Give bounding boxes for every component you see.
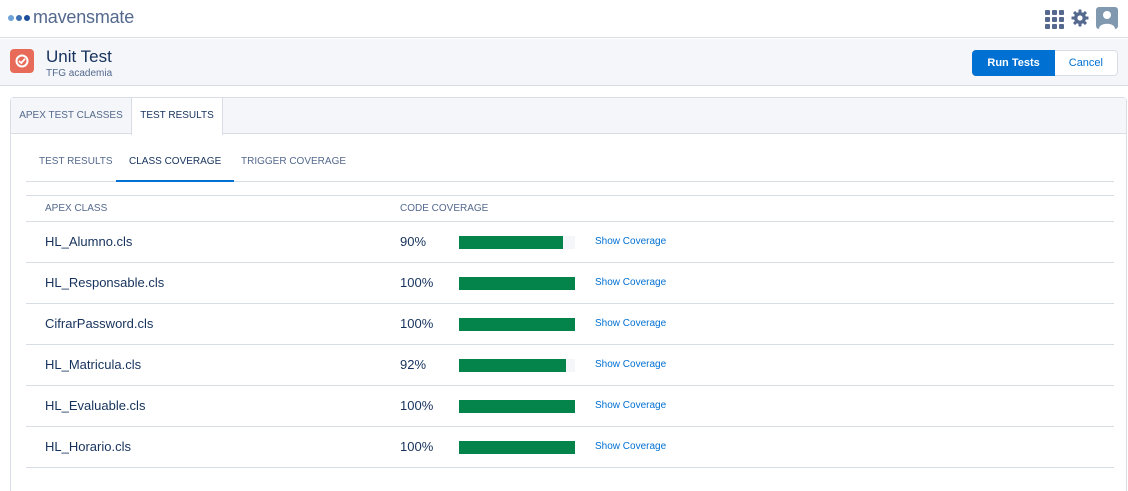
coverage-bar [459,277,575,290]
apex-class-name: CifrarPassword.cls [45,316,154,331]
subtab-class-coverage[interactable]: CLASS COVERAGE [116,153,235,182]
outer-tab-bar: APEX TEST CLASSES TEST RESULTS [11,98,1126,135]
subtab-trigger-coverage[interactable]: TRIGGER COVERAGE [228,153,359,182]
tab-test-results[interactable]: TEST RESULTS [131,98,223,135]
subtab-test-results[interactable]: TEST RESULTS [26,153,126,182]
page-title: Unit Test [46,47,112,66]
coverage-bar-fill [459,441,575,454]
table-body: HL_Alumno.cls 90% Show Coverage HL_Respo… [26,222,1114,468]
coverage-bar [459,400,575,413]
gear-icon[interactable] [1070,8,1090,28]
table-header: APEX CLASS CODE COVERAGE [26,195,1114,222]
unit-test-icon [10,49,34,73]
coverage-percent: 92% [400,357,427,372]
apex-class-name: HL_Evaluable.cls [45,398,146,413]
coverage-bar-fill [459,236,564,249]
show-coverage-link[interactable]: Show Coverage [595,304,666,344]
top-icons [1044,7,1118,29]
brand-name: mavensmate [33,7,135,27]
apex-class-name: HL_Responsable.cls [45,275,165,290]
coverage-bar-fill [459,400,575,413]
header-actions: Run Tests Cancel [972,50,1118,76]
coverage-percent: 100% [400,398,434,413]
brand-logo[interactable]: mavensmate [8,7,134,28]
coverage-percent: 100% [400,316,434,331]
show-coverage-link[interactable]: Show Coverage [595,427,666,467]
apex-class-name: HL_Horario.cls [45,439,131,454]
brand-dot [24,14,30,21]
app-launcher-icon[interactable] [1044,8,1064,29]
coverage-bar-fill [459,318,575,331]
page-header: Unit Test TFG academia Run Tests Cancel [0,39,1128,86]
tab-apex-test-classes[interactable]: APEX TEST CLASSES [11,98,131,134]
run-tests-button[interactable]: Run Tests [972,50,1055,76]
coverage-table: APEX CLASS CODE COVERAGE HL_Alumno.cls 9… [26,195,1114,468]
coverage-bar [459,236,575,249]
table-row: HL_Evaluable.cls 100% Show Coverage [26,386,1114,427]
brand-dots-icon [8,14,30,21]
coverage-bar [459,359,575,372]
brand-dot [8,14,14,21]
coverage-bar [459,318,575,331]
cancel-button[interactable]: Cancel [1054,50,1118,76]
table-row: CifrarPassword.cls 100% Show Coverage [26,304,1114,345]
table-row: HL_Responsable.cls 100% Show Coverage [26,263,1114,304]
apex-class-name: HL_Alumno.cls [45,234,133,249]
coverage-bar-fill [459,277,575,290]
coverage-percent: 100% [400,275,434,290]
brand-dot [16,14,22,21]
user-avatar-icon[interactable] [1096,7,1118,29]
coverage-percent: 90% [400,234,427,249]
show-coverage-link[interactable]: Show Coverage [595,386,666,426]
top-bar: mavensmate [0,0,1128,38]
page-subtitle: TFG academia [46,68,113,79]
show-coverage-link[interactable]: Show Coverage [595,345,666,385]
coverage-percent: 100% [400,439,434,454]
inner-tab-bar: TEST RESULTS CLASS COVERAGE TRIGGER COVE… [26,153,1114,182]
table-row: HL_Matricula.cls 92% Show Coverage [26,345,1114,386]
column-header-apex-class: APEX CLASS [45,203,108,214]
show-coverage-link[interactable]: Show Coverage [595,222,666,262]
column-header-code-coverage: CODE COVERAGE [400,203,489,214]
results-card: APEX TEST CLASSES TEST RESULTS TEST RESU… [10,97,1127,491]
apex-class-name: HL_Matricula.cls [45,357,142,372]
show-coverage-link[interactable]: Show Coverage [595,263,666,303]
coverage-bar [459,441,575,454]
table-row: HL_Alumno.cls 90% Show Coverage [26,222,1114,263]
coverage-bar-fill [459,359,566,372]
table-row: HL_Horario.cls 100% Show Coverage [26,427,1114,468]
